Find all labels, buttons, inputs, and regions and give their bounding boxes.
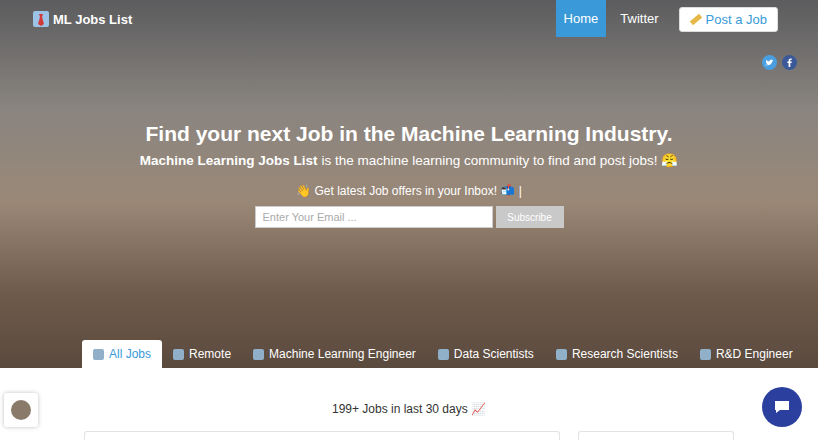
subscribe-prompt: 👋 Get latest Job offers in your Inbox! 📬… [296, 184, 522, 198]
navbar: ML Jobs List HomeTwitter Post a Job [0, 0, 818, 37]
category-icon [438, 349, 449, 360]
tie-icon [33, 11, 49, 27]
tab-label: Research Scientists [572, 347, 678, 361]
category-icon [700, 349, 711, 360]
category-icon [173, 349, 184, 360]
nav-link[interactable]: Twitter [612, 0, 666, 37]
avatar[interactable] [4, 393, 38, 427]
avatar-icon [11, 400, 31, 420]
category-tabs: All Jobs Remote Machine Learning Engineer D… [0, 340, 818, 368]
job-section: 199+ Jobs in last 30 days 📈 [0, 368, 818, 440]
twitter-icon[interactable] [762, 55, 777, 70]
email-input[interactable] [255, 206, 493, 228]
logo-text: ML Jobs List [53, 12, 132, 27]
post-job-button[interactable]: Post a Job [679, 7, 778, 32]
page: ML Jobs List HomeTwitter Post a Job Find y… [0, 0, 818, 440]
category-tab[interactable]: Data Scientists [427, 340, 545, 368]
pencil-icon [689, 14, 701, 26]
category-tab[interactable]: Machine Learning Engineer [242, 340, 427, 368]
job-cards [0, 431, 734, 440]
category-tab[interactable]: R&D Engineer [689, 340, 804, 368]
jobs-count: 199+ Jobs in last 30 days 📈 [332, 402, 486, 416]
category-tab[interactable]: Remote [162, 340, 242, 368]
nav-links: HomeTwitter Post a Job [556, 0, 778, 37]
tab-label: Remote [189, 347, 231, 361]
subscribe-button[interactable]: Subscribe [496, 206, 564, 228]
subtitle-text: is the machine learning community to fin… [321, 153, 678, 168]
tab-label: Data Scientists [454, 347, 534, 361]
tab-label: Machine Learning Engineer [269, 347, 416, 361]
hero-subtitle: Machine Learning Jobs Listis the machine… [140, 152, 679, 168]
social-links [0, 37, 818, 70]
logo[interactable]: ML Jobs List [33, 0, 132, 27]
sidebar-card [578, 431, 734, 440]
category-icon [556, 349, 567, 360]
hero-title: Find your next Job in the Machine Learni… [146, 122, 673, 146]
chat-icon [772, 397, 792, 417]
category-icon [93, 349, 104, 360]
chat-button[interactable] [762, 387, 802, 427]
category-tab[interactable]: All Jobs [82, 340, 162, 368]
subscribe-form: Subscribe [255, 206, 564, 228]
job-list-card [84, 431, 560, 440]
category-icon [253, 349, 264, 360]
tab-label: R&D Engineer [716, 347, 793, 361]
brand-name: Machine Learning Jobs List [140, 153, 318, 168]
facebook-icon[interactable] [782, 55, 797, 70]
category-tab[interactable]: Research Scientists [545, 340, 689, 368]
nav-link[interactable]: Home [556, 0, 607, 37]
hero: ML Jobs List HomeTwitter Post a Job Find y… [0, 0, 818, 368]
tab-label: All Jobs [109, 347, 151, 361]
hero-content: Find your next Job in the Machine Learni… [0, 122, 818, 228]
